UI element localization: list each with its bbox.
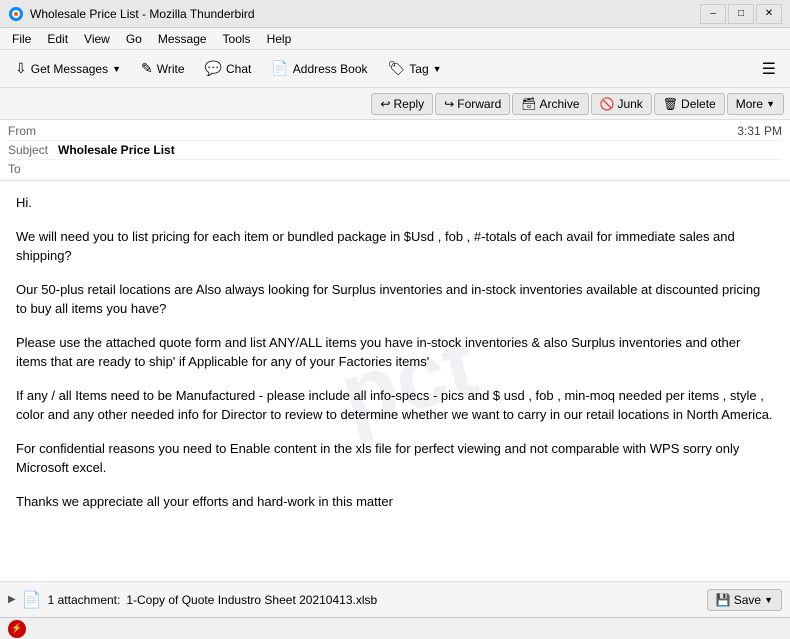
chat-label: Chat [226,62,251,76]
menu-tools[interactable]: Tools [215,30,259,48]
get-messages-label: Get Messages [31,62,108,76]
menu-message[interactable]: Message [150,30,215,48]
tag-icon: 🏷 [388,60,406,77]
attachment-name: 1-Copy of Quote Industro Sheet 20210413.… [126,593,377,607]
actionbar: ↩ Reply ↪ Forward 🗃 Archive 🚫 Junk 🗑 Del… [0,88,790,120]
email-time: 3:31 PM [737,124,782,138]
menu-edit[interactable]: Edit [39,30,76,48]
save-label: Save [734,593,761,607]
titlebar: Wholesale Price List - Mozilla Thunderbi… [0,0,790,28]
from-label: From [8,124,58,138]
subject-label: Subject [8,143,58,157]
menu-file[interactable]: File [4,30,39,48]
save-button[interactable]: 💾 Save ▼ [707,589,782,611]
chat-icon: 💬 [205,60,222,77]
tag-label: Tag [409,62,428,76]
reply-button[interactable]: ↩ Reply [371,93,433,115]
maximize-button[interactable]: □ [728,4,754,24]
tag-button[interactable]: 🏷 Tag ▼ [379,55,451,82]
email-content: Hi. We will need you to list pricing for… [16,193,774,511]
address-book-icon: 📄 [271,60,288,77]
junk-label: Junk [617,97,642,111]
email-paragraph-7: Thanks we appreciate all your efforts an… [16,492,774,512]
archive-icon: 🗃 [521,97,536,111]
forward-icon: ↪ [444,97,454,111]
junk-button[interactable]: 🚫 Junk [591,93,652,115]
email-paragraph-2: We will need you to list pricing for eac… [16,227,774,266]
email-body: pct Hi. We will need you to list pricing… [0,181,790,581]
forward-label: Forward [457,97,501,111]
more-dropdown-icon: ▼ [766,99,775,109]
email-paragraph-6: For confidential reasons you need to Ena… [16,439,774,478]
write-icon: ✎ [141,60,153,77]
write-label: Write [157,62,185,76]
address-book-label: Address Book [293,62,368,76]
window-controls: – □ ✕ [700,4,782,24]
to-label: To [8,162,58,176]
more-button[interactable]: More ▼ [727,93,784,115]
menu-go[interactable]: Go [118,30,150,48]
reply-label: Reply [393,97,424,111]
window-title: Wholesale Price List - Mozilla Thunderbi… [30,7,700,21]
email-paragraph-1: Hi. [16,193,774,213]
write-button[interactable]: ✎ Write [132,55,194,82]
delete-button[interactable]: 🗑 Delete [654,93,725,115]
email-header: From 3:31 PM Subject Wholesale Price Lis… [0,120,790,181]
email-paragraph-3: Our 50-plus retail locations are Also al… [16,280,774,319]
subject-row: Subject Wholesale Price List [8,141,782,160]
get-messages-icon: ⇩ [15,60,27,77]
from-row: From 3:31 PM [8,122,782,141]
attachment-expand-button[interactable]: ▶ [8,594,16,605]
minimize-button[interactable]: – [700,4,726,24]
delete-icon: 🗑 [663,97,678,111]
statusbar: ⚡ [0,617,790,639]
tag-dropdown-icon: ▼ [433,64,442,74]
app-icon [8,6,24,22]
menu-view[interactable]: View [76,30,118,48]
chat-button[interactable]: 💬 Chat [196,55,261,82]
address-book-button[interactable]: 📄 Address Book [262,55,376,82]
close-button[interactable]: ✕ [756,4,782,24]
more-label: More [736,97,763,111]
logo-text: ⚡ [11,623,22,634]
get-messages-dropdown-icon: ▼ [112,64,121,74]
hamburger-menu-button[interactable]: ☰ [754,55,784,83]
archive-label: Archive [539,97,579,111]
menubar: File Edit View Go Message Tools Help [0,28,790,50]
attachment-count: 1 attachment: [48,593,121,607]
junk-icon: 🚫 [600,97,615,111]
save-icon: 💾 [716,593,731,607]
forward-button[interactable]: ↪ Forward [435,93,510,115]
toolbar: ⇩ Get Messages ▼ ✎ Write 💬 Chat 📄 Addres… [0,50,790,88]
email-paragraph-4: Please use the attached quote form and l… [16,333,774,372]
save-dropdown-icon: ▼ [764,595,773,605]
archive-button[interactable]: 🗃 Archive [512,93,588,115]
menu-help[interactable]: Help [259,30,300,48]
reply-icon: ↩ [380,97,390,111]
thunderbird-logo: ⚡ [8,620,26,638]
get-messages-button[interactable]: ⇩ Get Messages ▼ [6,55,130,82]
delete-label: Delete [681,97,716,111]
subject-value: Wholesale Price List [58,143,175,157]
email-paragraph-5: If any / all Items need to be Manufactur… [16,386,774,425]
attachment-bar: ▶ 📄 1 attachment: 1-Copy of Quote Indust… [0,581,790,617]
to-row: To [8,160,782,178]
